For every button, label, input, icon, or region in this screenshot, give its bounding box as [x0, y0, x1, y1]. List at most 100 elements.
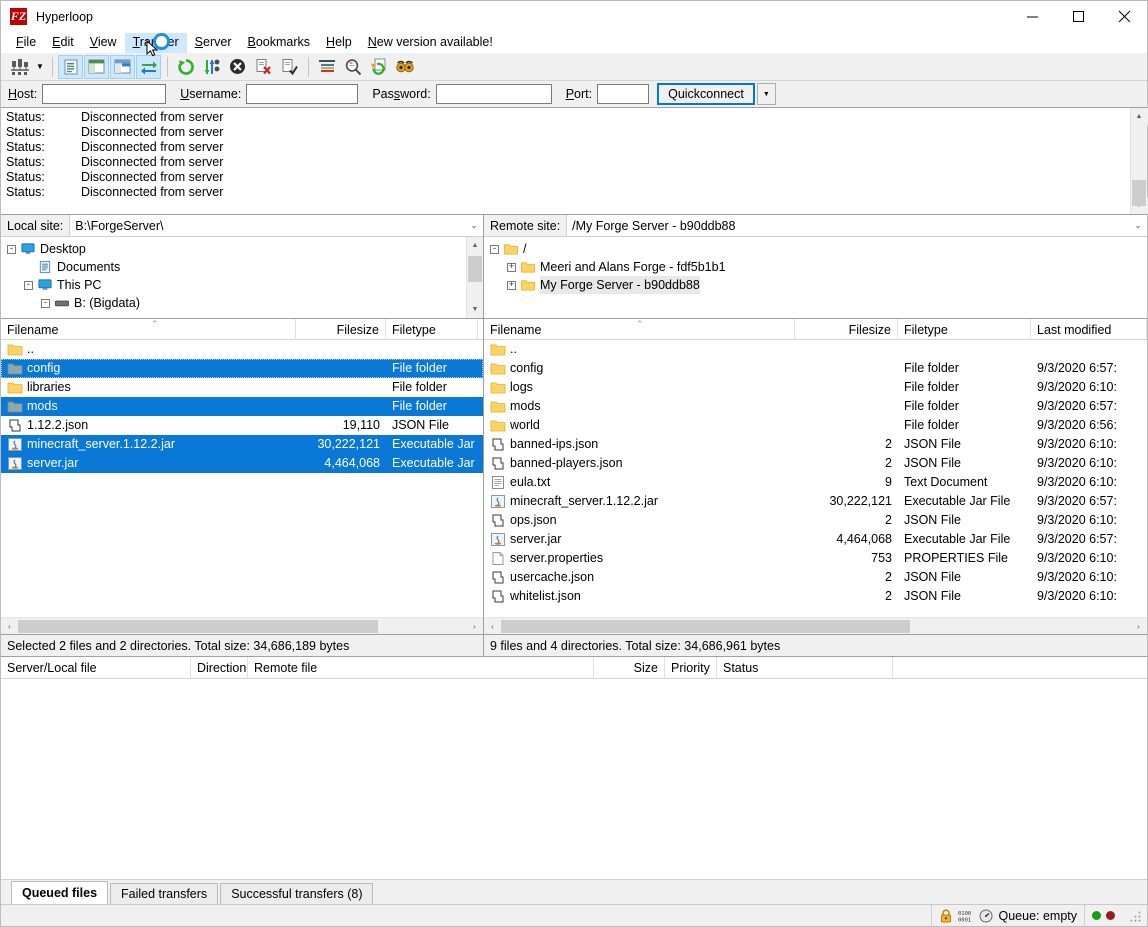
remote-file-row[interactable]: minecraft_server.1.12.2.jar 30,222,121 Exe… — [484, 492, 1147, 511]
scroll-right-icon[interactable]: › — [466, 618, 483, 635]
toggle-local-tree-icon[interactable] — [84, 54, 109, 79]
disconnect-icon[interactable] — [251, 55, 276, 79]
menu-item-file[interactable]: File — [8, 33, 44, 53]
queue-body[interactable] — [1, 679, 1147, 879]
scrollbar-track[interactable] — [501, 618, 1130, 635]
remote-site-chevron-down-icon[interactable]: ⌄ — [1129, 215, 1147, 236]
remote-tree-item[interactable]: - / — [484, 240, 1147, 258]
minimize-icon[interactable] — [1009, 1, 1055, 32]
remote-horizontal-scrollbar[interactable]: ‹ › — [484, 617, 1147, 634]
menu-item-edit[interactable]: Edit — [44, 33, 82, 53]
username-input[interactable] — [246, 84, 359, 104]
remote-file-row[interactable]: server.properties 753 PROPERTIES File 9/3/2… — [484, 549, 1147, 568]
local-file-rows[interactable]: .. config File folder libraries File folder m… — [1, 340, 483, 617]
local-list-header[interactable]: ⌃ Filename Filesize Filetype — [1, 319, 483, 340]
local-tree-item[interactable]: - Desktop — [1, 240, 466, 258]
reconnect-icon[interactable] — [277, 55, 302, 79]
queue-column-header-remote-file[interactable]: Remote file — [248, 657, 594, 679]
local-tree-scrollbar[interactable]: ▲ ▼ — [466, 237, 483, 318]
menu-item-help[interactable]: Help — [318, 33, 360, 53]
site-manager-dropdown-caret[interactable]: ▼ — [33, 55, 47, 79]
compare-directories-icon[interactable] — [340, 55, 365, 79]
scroll-left-icon[interactable]: ‹ — [484, 618, 501, 635]
maximize-icon[interactable] — [1055, 1, 1101, 32]
remote-list-header[interactable]: ⌃ Filename Filesize Filetype Last modified — [484, 319, 1147, 340]
find-files-icon[interactable] — [392, 55, 417, 79]
remote-tree-item[interactable]: + Meeri and Alans Forge - fdf5b1b1 — [484, 258, 1147, 276]
quickconnect-dropdown-caret[interactable]: ▼ — [756, 83, 776, 105]
queue-column-header-status[interactable]: Status — [717, 657, 893, 679]
remote-directory-tree[interactable]: - / + Meeri and Alans Forge - fdf5b1b1 + My F… — [484, 237, 1147, 319]
scroll-right-icon[interactable]: › — [1130, 618, 1147, 635]
host-input[interactable] — [42, 84, 167, 104]
remote-tree-item[interactable]: + My Forge Server - b90ddb88 — [484, 276, 1147, 294]
remote-column-header-filesize[interactable]: Filesize — [795, 319, 898, 340]
collapse-node-icon[interactable]: - — [24, 280, 33, 290]
local-column-header-filesize[interactable]: Filesize — [296, 319, 386, 340]
remote-file-row[interactable]: logs File folder 9/3/2020 6:10: — [484, 378, 1147, 397]
collapse-node-icon[interactable]: - — [7, 244, 16, 254]
resize-grip[interactable] — [1122, 905, 1147, 927]
expand-node-icon[interactable]: + — [507, 280, 516, 290]
remote-file-row[interactable]: server.jar 4,464,068 Executable Jar File 9/… — [484, 530, 1147, 549]
remote-file-rows[interactable]: .. config File folder 9/3/2020 6:57: logs Fil… — [484, 340, 1147, 617]
local-file-row[interactable]: .. — [1, 340, 483, 359]
site-manager-icon[interactable] — [7, 55, 32, 79]
queue-header[interactable]: Server/Local file Direction Remote file Siz… — [1, 657, 1147, 679]
queue-tab-queued-files[interactable]: Queued files — [11, 881, 109, 904]
quickconnect-button[interactable]: Quickconnect — [657, 83, 755, 105]
toggle-message-log-icon[interactable] — [58, 54, 83, 79]
local-file-row[interactable]: libraries File folder — [1, 378, 483, 397]
menu-item-bookmarks[interactable]: Bookmarks — [240, 33, 319, 53]
remote-column-header-last-modified[interactable]: Last modified — [1031, 319, 1147, 340]
remote-file-row[interactable]: .. — [484, 340, 1147, 359]
local-file-row[interactable]: minecraft_server.1.12.2.jar 30,222,121 Exe… — [1, 435, 483, 454]
local-file-row[interactable]: config File folder — [1, 359, 483, 378]
remote-file-row[interactable]: world File folder 9/3/2020 6:56: — [484, 416, 1147, 435]
local-tree-item[interactable]: - This PC — [1, 276, 466, 294]
local-column-header-filetype[interactable]: Filetype — [386, 319, 478, 340]
scroll-up-icon[interactable]: ▲ — [1130, 108, 1148, 125]
local-tree-item[interactable]: - B: (Bigdata) — [1, 294, 466, 312]
menu-item-new-version-available[interactable]: New version available! — [360, 33, 501, 53]
scroll-left-icon[interactable]: ‹ — [1, 618, 18, 635]
scroll-down-icon[interactable]: ▼ — [466, 301, 483, 318]
queue-tab-failed-transfers[interactable]: Failed transfers — [110, 883, 219, 904]
port-input[interactable] — [597, 84, 650, 104]
remote-column-header-filetype[interactable]: Filetype — [898, 319, 1031, 340]
local-site-chevron-down-icon[interactable]: ⌄ — [465, 215, 483, 236]
cancel-operation-icon[interactable] — [225, 55, 250, 79]
message-log-scrollbar[interactable]: ▲ ▼ — [1130, 108, 1148, 214]
password-input[interactable] — [435, 84, 552, 104]
local-horizontal-scrollbar[interactable]: ‹ › — [1, 617, 483, 634]
scrollbar-thumb[interactable] — [501, 619, 910, 633]
close-icon[interactable] — [1101, 1, 1147, 32]
local-column-header-filename[interactable]: Filename — [1, 319, 296, 340]
refresh-icon[interactable] — [173, 55, 198, 79]
queue-column-header-direction[interactable]: Direction — [191, 657, 248, 679]
menu-item-view[interactable]: View — [82, 33, 125, 53]
local-file-row[interactable]: 1.12.2.json 19,110 JSON File — [1, 416, 483, 435]
remote-file-row[interactable]: banned-players.json 2 JSON File 9/3/2020 6:… — [484, 454, 1147, 473]
local-site-input[interactable]: B:\ForgeServer\ — [70, 215, 465, 236]
toggle-remote-tree-icon[interactable] — [110, 54, 135, 79]
queue-column-header-priority[interactable]: Priority — [665, 657, 717, 679]
remote-file-row[interactable]: usercache.json 2 JSON File 9/3/2020 6:10: — [484, 568, 1147, 587]
local-tree-item[interactable]: Documents — [1, 258, 466, 276]
remote-file-row[interactable]: ops.json 2 JSON File 9/3/2020 6:10: — [484, 511, 1147, 530]
remote-file-row[interactable]: mods File folder 9/3/2020 6:57: — [484, 397, 1147, 416]
filter-icon[interactable] — [314, 55, 339, 79]
remote-file-row[interactable]: eula.txt 9 Text Document 9/3/2020 6:10: — [484, 473, 1147, 492]
menu-item-transfer[interactable]: Transfer — [124, 32, 187, 53]
remote-file-row[interactable]: config File folder 9/3/2020 6:57: — [484, 359, 1147, 378]
remote-file-row[interactable]: banned-ips.json 2 JSON File 9/3/2020 6:10: — [484, 435, 1147, 454]
local-file-row[interactable]: mods File folder — [1, 397, 483, 416]
menu-item-server[interactable]: Server — [187, 33, 240, 53]
scroll-up-icon[interactable]: ▲ — [466, 237, 483, 254]
scrollbar-thumb[interactable] — [1132, 180, 1146, 206]
scrollbar-thumb[interactable] — [18, 619, 378, 633]
process-queue-icon[interactable] — [199, 55, 224, 79]
scrollbar-track[interactable] — [18, 618, 466, 635]
collapse-node-icon[interactable]: - — [490, 244, 499, 254]
queue-column-header-size[interactable]: Size — [594, 657, 665, 679]
